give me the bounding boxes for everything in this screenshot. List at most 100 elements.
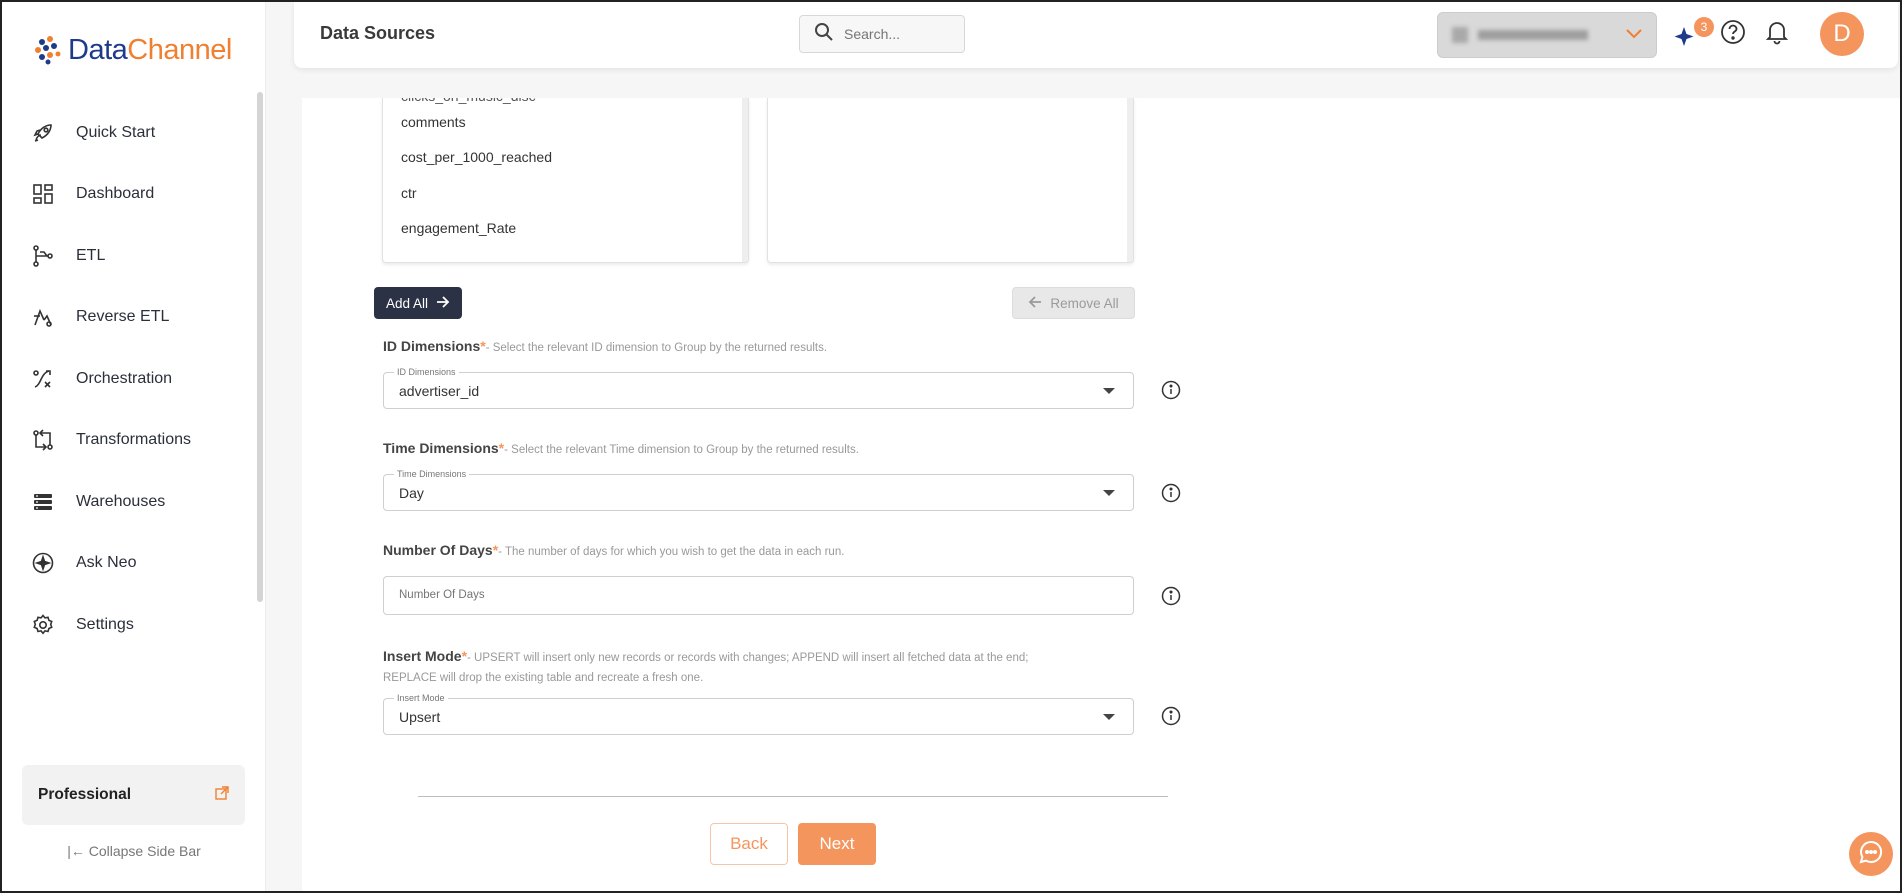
time-dimensions-value: Day	[399, 485, 424, 501]
app-window: DataChannel Quick Start Dashboard ETL Re…	[0, 0, 1902, 893]
top-header: Data Sources 3 D	[294, 2, 1898, 68]
brand-name-part2: Channel	[127, 33, 232, 66]
sidebar-item-ask-neo[interactable]: Ask Neo	[2, 533, 252, 595]
sidebar-item-label: Orchestration	[76, 369, 173, 387]
ask-neo-icon	[30, 550, 56, 576]
plan-name: Professional	[38, 786, 132, 803]
info-icon[interactable]	[1161, 483, 1181, 503]
chat-support-button[interactable]	[1849, 832, 1893, 876]
sidebar-item-quick-start[interactable]: Quick Start	[2, 102, 252, 164]
sidebar-item-label: Dashboard	[76, 185, 155, 203]
collapse-sidebar-button[interactable]: |← Collapse Side Bar	[2, 843, 266, 859]
dropdown-arrow-icon	[1103, 388, 1115, 394]
back-button[interactable]: Back	[710, 823, 788, 865]
search-input[interactable]	[844, 26, 954, 42]
warehouses-icon	[30, 489, 56, 515]
insert-mode-title: Insert Mode	[383, 648, 462, 664]
info-icon[interactable]	[1161, 706, 1181, 726]
etl-icon	[30, 243, 56, 269]
time-dimensions-label: Time Dimensions*- Select the relevant Ti…	[383, 440, 859, 456]
sidebar-item-label: Transformations	[76, 431, 191, 449]
number-of-days-hint: - The number of days for which you wish …	[498, 546, 845, 558]
external-link-icon[interactable]	[215, 785, 229, 805]
number-of-days-input[interactable]	[399, 589, 1099, 601]
sidebar-item-settings[interactable]: Settings	[2, 594, 252, 656]
help-icon[interactable]	[1720, 19, 1746, 50]
sidebar-item-reverse-etl[interactable]: Reverse ETL	[2, 287, 252, 349]
number-of-days-title: Number Of Days	[383, 542, 493, 558]
dropdown-arrow-icon	[1103, 490, 1115, 496]
insert-mode-label: Insert Mode*- UPSERT will insert only ne…	[383, 647, 1083, 687]
id-dimensions-value: advertiser_id	[399, 383, 480, 399]
rocket-icon	[30, 120, 56, 146]
insert-mode-select[interactable]: Insert Mode Upsert	[383, 693, 1134, 735]
sidebar-item-label: Quick Start	[76, 123, 156, 141]
main-content: clicks_on_music_disc comments cost_per_1…	[302, 98, 1900, 891]
info-icon[interactable]	[1161, 380, 1181, 400]
sidebar-item-orchestration[interactable]: Orchestration	[2, 348, 252, 410]
search-icon	[814, 22, 834, 47]
sidebar-item-label: Ask Neo	[76, 554, 137, 572]
sidebar-item-etl[interactable]: ETL	[2, 225, 252, 287]
insert-mode-legend: Insert Mode	[394, 693, 448, 703]
list-scrollbar[interactable]	[742, 98, 748, 262]
available-metrics-list[interactable]: clicks_on_music_disc comments cost_per_1…	[382, 98, 749, 263]
number-of-days-label: Number Of Days*- The number of days for …	[383, 542, 844, 558]
page-title: Data Sources	[320, 23, 436, 43]
id-dimensions-hint: - Select the relevant ID dimension to Gr…	[485, 342, 828, 354]
workspace-name-redacted	[1452, 27, 1588, 43]
selected-metrics-list[interactable]	[767, 98, 1134, 263]
sidebar-item-label: ETL	[76, 246, 106, 264]
remove-all-button[interactable]: Remove All	[1012, 287, 1135, 319]
id-dimensions-select[interactable]: ID Dimensions advertiser_id	[383, 367, 1134, 409]
header-actions: 3 D	[1672, 12, 1864, 56]
collapse-sidebar-label: Collapse Side Bar	[88, 843, 201, 859]
bell-icon[interactable]	[1764, 19, 1790, 50]
time-dimensions-title: Time Dimensions	[383, 440, 499, 456]
brand-logo[interactable]: DataChannel	[30, 32, 232, 68]
time-dimensions-legend: Time Dimensions	[394, 469, 470, 479]
add-all-label: Add All	[386, 295, 429, 311]
add-all-button[interactable]: Add All	[374, 287, 463, 319]
sidebar-item-label: Reverse ETL	[76, 308, 170, 326]
list-item[interactable]: ctr	[383, 175, 748, 211]
plan-card[interactable]: Professional	[22, 765, 245, 825]
time-dimensions-select[interactable]: Time Dimensions Day	[383, 469, 1134, 511]
info-icon[interactable]	[1161, 586, 1181, 606]
collapse-arrow-icon: |←	[67, 843, 85, 859]
sidebar-item-transformations[interactable]: Transformations	[2, 410, 252, 472]
chat-icon	[1858, 839, 1884, 870]
list-item[interactable]: cost_per_1000_reached	[383, 140, 748, 176]
arrow-right-icon	[436, 295, 450, 311]
id-dimensions-label: ID Dimensions*- Select the relevant ID d…	[383, 338, 827, 354]
ai-sparkle-button[interactable]: 3	[1672, 17, 1714, 49]
remove-all-label: Remove All	[1050, 295, 1119, 311]
next-button[interactable]: Next	[798, 823, 876, 865]
sidebar-scrollbar[interactable]	[257, 92, 263, 602]
sidebar-item-warehouses[interactable]: Warehouses	[2, 471, 252, 533]
sidebar-item-dashboard[interactable]: Dashboard	[2, 164, 252, 226]
dashboard-icon	[30, 181, 56, 207]
id-dimensions-title: ID Dimensions	[383, 338, 481, 354]
sidebar: DataChannel Quick Start Dashboard ETL Re…	[2, 2, 266, 891]
orchestration-icon	[30, 366, 56, 392]
reverse-etl-icon	[30, 304, 56, 330]
sidebar-item-label: Warehouses	[76, 492, 166, 510]
user-avatar[interactable]: D	[1820, 12, 1864, 56]
arrow-left-icon	[1028, 295, 1042, 311]
form-divider	[418, 796, 1168, 797]
gear-icon	[30, 612, 56, 638]
search-box[interactable]	[799, 15, 965, 53]
list-item[interactable]: engagement_Rate	[383, 211, 748, 247]
logo-mark-icon	[30, 32, 66, 68]
workspace-selector[interactable]	[1437, 12, 1657, 58]
insert-mode-value: Upsert	[399, 709, 441, 725]
list-scrollbar[interactable]	[1127, 98, 1133, 262]
id-dimensions-legend: ID Dimensions	[394, 367, 459, 377]
sidebar-item-label: Settings	[76, 615, 134, 633]
number-of-days-field[interactable]	[383, 576, 1134, 615]
time-dimensions-hint: - Select the relevant Time dimension to …	[504, 444, 859, 456]
sidebar-nav: Quick Start Dashboard ETL Reverse ETL Or…	[2, 102, 252, 656]
dropdown-arrow-icon	[1103, 714, 1115, 720]
list-item[interactable]: comments	[383, 104, 748, 140]
